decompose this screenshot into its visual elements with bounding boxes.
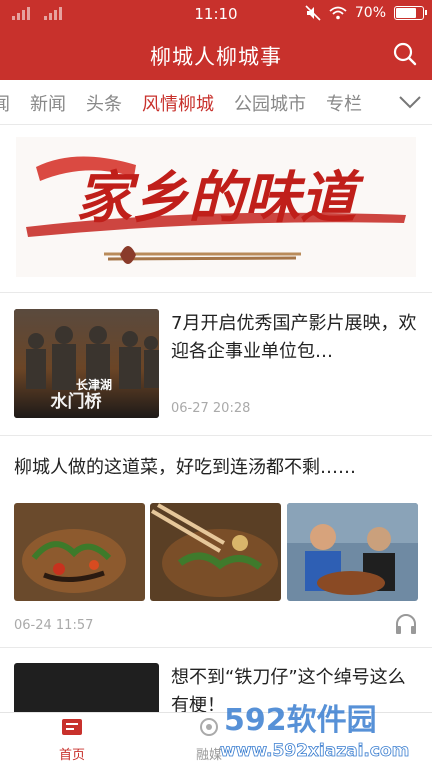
tab-park-city[interactable]: 公园城市	[234, 90, 306, 116]
tab-liucheng-style[interactable]: 风情柳城	[142, 90, 214, 116]
category-tabs: 闻 新闻 头条 风情柳城 公园城市 专栏	[0, 80, 432, 124]
watermark-url: www.592xiazai.com	[220, 741, 409, 761]
watermark-logo: 592软件园 www.592xiazai.com	[216, 688, 432, 768]
article-divider	[0, 435, 432, 436]
people-photo	[287, 503, 418, 601]
article-title[interactable]: 柳城人做的这道菜，好吃到连汤都不剩……	[14, 455, 418, 481]
banner-divider	[0, 292, 432, 293]
page-title: 柳城人柳城事	[150, 45, 282, 69]
nav-home[interactable]: 首页	[32, 717, 112, 763]
tabs-divider	[0, 124, 432, 125]
status-bar: 11:10 70%	[0, 0, 432, 28]
article-image[interactable]	[150, 503, 281, 601]
poster-text-bottom: 水门桥	[51, 391, 103, 412]
tab-headlines[interactable]: 头条	[86, 90, 122, 116]
app-header: 柳城人柳城事	[0, 28, 432, 80]
article-thumbnail[interactable]: 长津湖 水门桥	[14, 309, 159, 418]
tab-partial[interactable]: 闻	[0, 90, 10, 116]
watermark-art: 592软件园 www.592xiazai.com	[220, 703, 410, 761]
article-image[interactable]	[14, 503, 145, 601]
banner-art: 家乡的味道	[26, 156, 406, 264]
home-icon	[62, 719, 82, 735]
article-divider	[0, 647, 432, 648]
article-time: 06-24 11:57	[14, 618, 94, 633]
battery-icon	[394, 6, 427, 20]
food-photo	[14, 503, 145, 601]
battery-level	[396, 8, 416, 18]
headphones-icon[interactable]	[394, 613, 418, 635]
battery-percent: 70%	[354, 5, 386, 21]
banner[interactable]: 家乡的味道	[16, 137, 416, 277]
nav-home-label: 首页	[58, 748, 85, 763]
food-photo	[150, 503, 281, 601]
article-title[interactable]: 7月开启优秀国产影片展映，欢迎各企事业单位包…	[171, 310, 419, 366]
mute-icon	[305, 5, 321, 21]
article-image[interactable]	[287, 503, 418, 601]
tab-column[interactable]: 专栏	[326, 90, 362, 116]
poster-text-top: 长津湖	[76, 377, 112, 392]
watermark-brand: 592软件园	[224, 703, 377, 738]
wifi-icon	[329, 6, 347, 20]
search-icon[interactable]	[392, 41, 418, 67]
movie-poster: 长津湖 水门桥	[14, 309, 159, 418]
tab-news[interactable]: 新闻	[30, 90, 66, 116]
chevron-down-icon[interactable]	[398, 92, 422, 112]
article-time: 06-27 20:28	[171, 401, 251, 416]
banner-title: 家乡的味道	[76, 165, 365, 231]
